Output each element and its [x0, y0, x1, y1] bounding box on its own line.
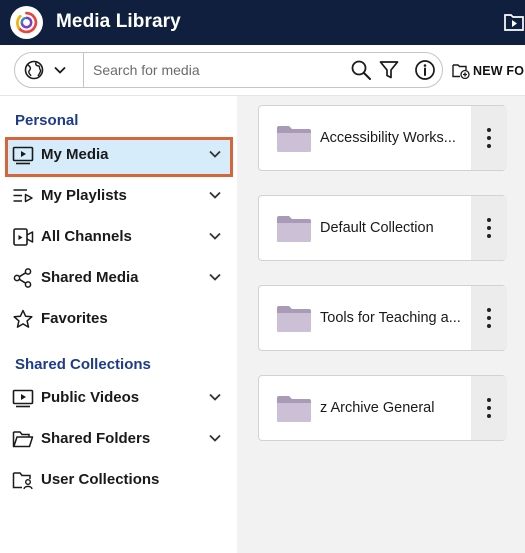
sidebar-item-favorites[interactable]: Favorites	[5, 301, 233, 337]
chevron-down-icon	[54, 66, 66, 74]
media-library-app: Media Library Search for media NEW FO Pe…	[0, 0, 525, 553]
search-input[interactable]	[93, 54, 343, 86]
sidebar-item-label: My Playlists	[41, 187, 127, 204]
video-icon	[12, 389, 34, 408]
media-folder-icon[interactable]	[503, 11, 525, 33]
sidebar-item-label: Public Videos	[41, 389, 140, 406]
playlist-icon	[13, 189, 33, 203]
sidebar-item-label: User Collections	[41, 471, 160, 488]
search-icon[interactable]	[350, 59, 372, 81]
new-folder-button[interactable]: NEW FO	[452, 61, 524, 81]
sidebar-item-shared-folders[interactable]: Shared Folders	[5, 421, 233, 457]
sidebar-item-label: All Channels	[41, 228, 132, 245]
chevron-down-icon[interactable]	[208, 190, 222, 200]
app-logo[interactable]	[10, 6, 43, 39]
section-title-shared-collections: Shared Collections	[15, 356, 151, 373]
folder-actions-menu-button[interactable]	[471, 286, 507, 350]
chevron-down-icon[interactable]	[208, 433, 222, 443]
channel-icon	[13, 228, 34, 246]
user-folder-icon	[12, 472, 33, 490]
search-toolbar: NEW FO	[0, 45, 525, 96]
new-folder-icon	[452, 64, 470, 79]
app-header: Media Library	[0, 0, 525, 45]
search-box	[14, 52, 443, 88]
sidebar-item-my-playlists[interactable]: My Playlists	[5, 178, 233, 214]
star-icon	[13, 309, 33, 328]
globe-icon	[24, 60, 44, 80]
chevron-down-icon[interactable]	[208, 231, 222, 241]
folder-card[interactable]: Tools for Teaching a...	[258, 285, 507, 351]
folder-icon	[12, 431, 34, 448]
folder-actions-menu-button[interactable]	[471, 106, 507, 170]
folder-card[interactable]: z Archive General	[258, 375, 507, 441]
sidebar-item-label: Shared Media	[41, 269, 139, 286]
sidebar-item-label: My Media	[41, 146, 109, 163]
search-divider	[83, 53, 84, 87]
chevron-down-icon[interactable]	[208, 392, 222, 402]
chevron-down-icon[interactable]	[208, 149, 222, 159]
media-icon	[12, 146, 34, 165]
sidebar-item-label: Shared Folders	[41, 430, 151, 447]
new-folder-label: NEW FO	[473, 64, 525, 78]
info-icon[interactable]	[414, 59, 436, 81]
folder-icon	[277, 306, 311, 332]
folder-card[interactable]: Accessibility Works...	[258, 105, 507, 171]
sidebar-item-all-channels[interactable]: All Channels	[5, 219, 233, 255]
search-scope-dropdown[interactable]	[23, 58, 83, 82]
folder-icon	[277, 126, 311, 152]
chevron-down-icon[interactable]	[208, 272, 222, 282]
folder-actions-menu-button[interactable]	[471, 196, 507, 260]
folder-name: Default Collection	[320, 220, 434, 236]
folder-grid: Accessibility Works... Default Collectio…	[237, 96, 525, 553]
sidebar-item-public-videos[interactable]: Public Videos	[5, 380, 233, 416]
folder-name: z Archive General	[320, 400, 435, 416]
folder-actions-menu-button[interactable]	[471, 376, 507, 440]
filter-icon[interactable]	[378, 59, 400, 81]
folder-name: Tools for Teaching a...	[320, 310, 461, 326]
folder-card[interactable]: Default Collection	[258, 195, 507, 261]
app-title: Media Library	[56, 11, 181, 32]
sidebar-item-shared-media[interactable]: Shared Media	[5, 260, 233, 296]
folder-icon	[277, 396, 311, 422]
logo-swirl-icon	[16, 11, 38, 34]
sidebar: Personal My Media My Playlists All Chann…	[0, 96, 237, 553]
folder-name: Accessibility Works...	[320, 130, 456, 146]
folder-icon	[277, 216, 311, 242]
sidebar-item-user-collections[interactable]: User Collections	[5, 462, 233, 498]
sidebar-item-label: Favorites	[41, 310, 108, 327]
share-icon	[13, 268, 32, 288]
section-title-personal: Personal	[15, 112, 79, 129]
sidebar-item-my-media[interactable]: My Media	[5, 137, 233, 177]
